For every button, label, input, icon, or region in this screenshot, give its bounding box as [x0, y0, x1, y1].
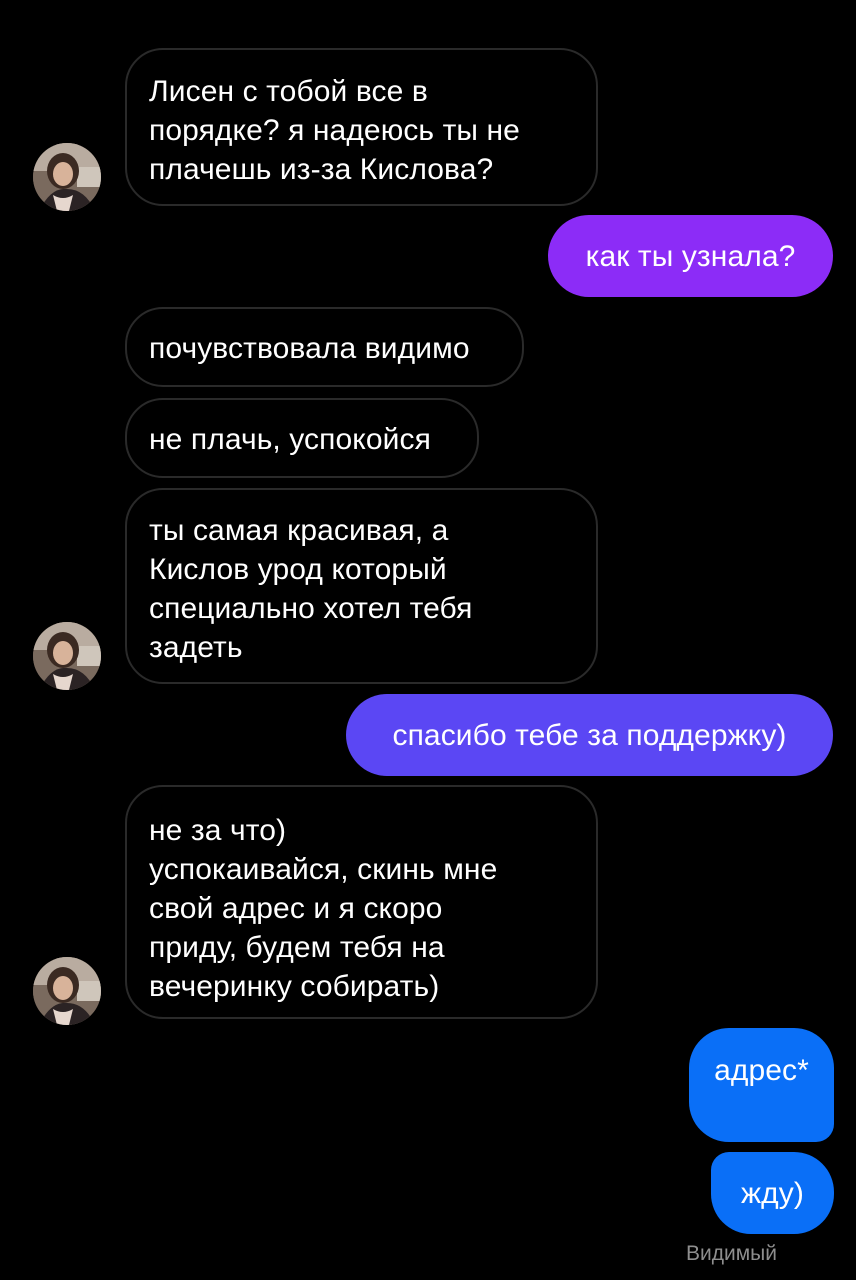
avatar-photo-icon — [33, 957, 101, 1025]
outgoing-message[interactable]: адрес* — [689, 1028, 834, 1142]
avatar-photo-icon — [33, 622, 101, 690]
outgoing-message[interactable]: спасибо тебе за поддержку) — [346, 694, 833, 776]
message-thread: Лисен с тобой все в порядке? я надеюсь т… — [0, 0, 856, 1280]
seen-status: Видимый — [686, 1242, 777, 1265]
incoming-message[interactable]: почувствовала видимо — [125, 307, 524, 387]
contact-avatar[interactable] — [33, 957, 101, 1025]
incoming-message[interactable]: не плачь, успокойся — [125, 398, 479, 478]
incoming-message[interactable]: ты самая красивая, а Кислов урод который… — [125, 488, 598, 684]
avatar-photo-icon — [33, 143, 101, 211]
contact-avatar[interactable] — [33, 622, 101, 690]
outgoing-message[interactable]: жду) — [711, 1152, 834, 1234]
contact-avatar[interactable] — [33, 143, 101, 211]
outgoing-message[interactable]: как ты узнала? — [548, 215, 833, 297]
incoming-message[interactable]: не за что) успокаивайся, скинь мне свой … — [125, 785, 598, 1019]
incoming-message[interactable]: Лисен с тобой все в порядке? я надеюсь т… — [125, 48, 598, 206]
